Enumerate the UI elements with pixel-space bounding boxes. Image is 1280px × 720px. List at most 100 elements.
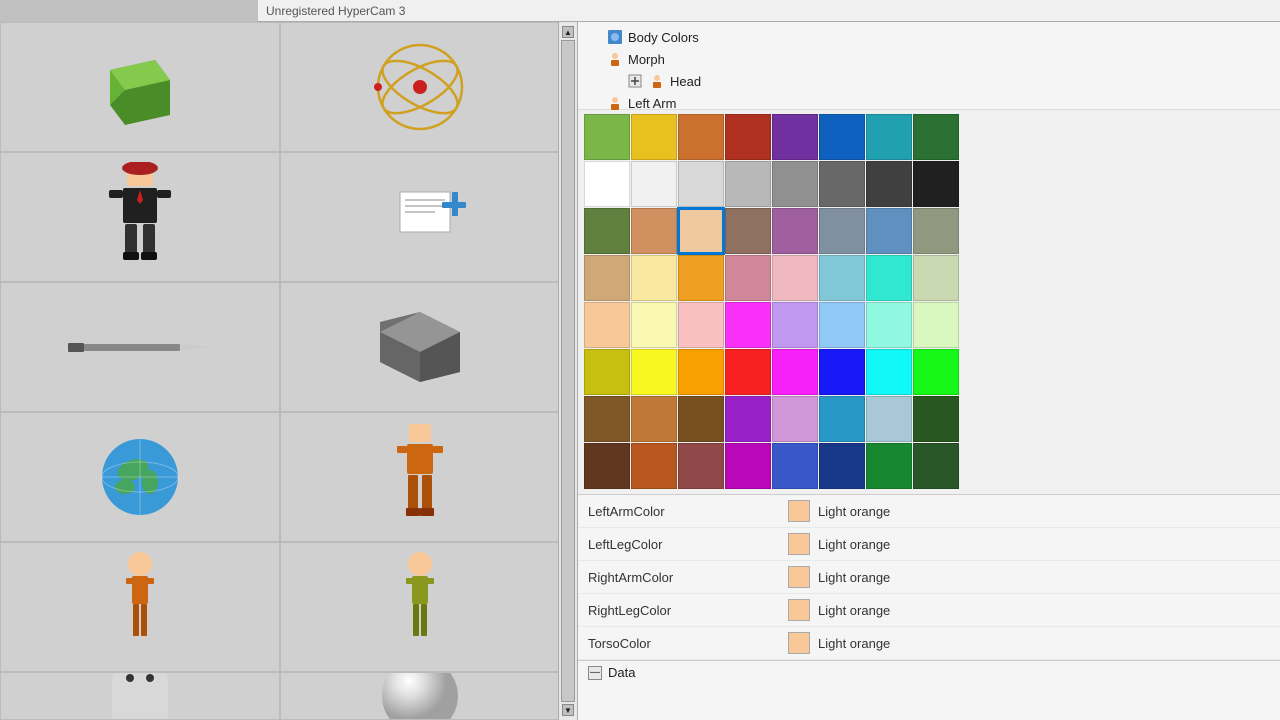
tree-item-morph[interactable]: Morph (586, 48, 1272, 70)
color-swatch-3-5[interactable] (819, 255, 865, 301)
property-row-3[interactable]: RightLegColorLight orange (578, 594, 1280, 627)
color-swatch-5-3[interactable] (725, 349, 771, 395)
color-swatch-4-7[interactable] (913, 302, 959, 348)
color-swatch-7-0[interactable] (584, 443, 630, 489)
color-swatch-4-4[interactable] (772, 302, 818, 348)
color-swatch-5-6[interactable] (866, 349, 912, 395)
color-swatch-1-1[interactable] (631, 161, 677, 207)
asset-cell-figure-bottle2[interactable] (280, 542, 560, 672)
color-swatch-0-6[interactable] (866, 114, 912, 160)
property-row-4[interactable]: TorsoColorLight orange (578, 627, 1280, 660)
color-swatch-2-2[interactable] (678, 208, 724, 254)
expand-head-icon[interactable] (626, 72, 644, 90)
color-swatch-0-7[interactable] (913, 114, 959, 160)
color-swatch-0-1[interactable] (631, 114, 677, 160)
color-swatch-6-2[interactable] (678, 396, 724, 442)
color-palette (578, 110, 1280, 494)
color-swatch-2-5[interactable] (819, 208, 865, 254)
asset-cell-globe[interactable] (0, 412, 280, 542)
data-section[interactable]: — Data (578, 660, 1280, 684)
property-row-2[interactable]: RightArmColorLight orange (578, 561, 1280, 594)
asset-cell-green-box[interactable] (0, 22, 280, 152)
color-swatch-3-7[interactable] (913, 255, 959, 301)
tree-item-body-colors[interactable]: Body Colors (586, 26, 1272, 48)
color-swatch-5-1[interactable] (631, 349, 677, 395)
color-swatch-6-5[interactable] (819, 396, 865, 442)
color-swatch-1-7[interactable] (913, 161, 959, 207)
color-swatch-0-3[interactable] (725, 114, 771, 160)
color-swatch-2-4[interactable] (772, 208, 818, 254)
color-swatch-3-2[interactable] (678, 255, 724, 301)
color-swatch-1-2[interactable] (678, 161, 724, 207)
color-swatch-2-3[interactable] (725, 208, 771, 254)
color-swatch-4-3[interactable] (725, 302, 771, 348)
tree-leftarm-label: Left Arm (628, 96, 676, 111)
color-swatch-5-0[interactable] (584, 349, 630, 395)
asset-cell-ghost[interactable] (0, 672, 280, 720)
asset-cell-character[interactable] (0, 152, 280, 282)
color-swatch-4-1[interactable] (631, 302, 677, 348)
color-swatch-7-2[interactable] (678, 443, 724, 489)
color-swatch-4-6[interactable] (866, 302, 912, 348)
property-row-0[interactable]: LeftArmColorLight orange (578, 495, 1280, 528)
color-swatch-3-1[interactable] (631, 255, 677, 301)
color-swatch-7-7[interactable] (913, 443, 959, 489)
color-swatch-7-4[interactable] (772, 443, 818, 489)
color-swatch-5-7[interactable] (913, 349, 959, 395)
color-swatch-5-2[interactable] (678, 349, 724, 395)
color-swatch-2-6[interactable] (866, 208, 912, 254)
color-swatch-4-5[interactable] (819, 302, 865, 348)
tree-item-head[interactable]: Head (586, 70, 1272, 92)
color-swatch-2-7[interactable] (913, 208, 959, 254)
color-swatch-2-0[interactable] (584, 208, 630, 254)
asset-cell-knife[interactable] (0, 282, 280, 412)
color-swatch-4-2[interactable] (678, 302, 724, 348)
asset-cell-paper-plane[interactable] (280, 152, 560, 282)
color-swatch-6-3[interactable] (725, 396, 771, 442)
color-swatch-0-2[interactable] (678, 114, 724, 160)
asset-cell-figure[interactable] (280, 412, 560, 542)
color-swatch-7-1[interactable] (631, 443, 677, 489)
color-swatch-1-3[interactable] (725, 161, 771, 207)
color-swatch-7-6[interactable] (866, 443, 912, 489)
color-swatch-6-6[interactable] (866, 396, 912, 442)
color-swatch-5-5[interactable] (819, 349, 865, 395)
color-swatch-1-4[interactable] (772, 161, 818, 207)
color-swatch-5-4[interactable] (772, 349, 818, 395)
property-row-1[interactable]: LeftLegColorLight orange (578, 528, 1280, 561)
color-swatch-3-0[interactable] (584, 255, 630, 301)
asset-cell-orbit[interactable] (280, 22, 560, 152)
color-swatch-0-0[interactable] (584, 114, 630, 160)
palette-row-4 (584, 302, 1274, 348)
color-swatch-7-3[interactable] (725, 443, 771, 489)
color-preview-1 (788, 533, 810, 555)
color-swatch-3-6[interactable] (866, 255, 912, 301)
color-swatch-3-3[interactable] (725, 255, 771, 301)
color-swatch-2-1[interactable] (631, 208, 677, 254)
color-swatch-6-7[interactable] (913, 396, 959, 442)
tree-head-label: Head (670, 74, 701, 89)
color-preview-4 (788, 632, 810, 654)
color-swatch-6-4[interactable] (772, 396, 818, 442)
color-swatch-3-4[interactable] (772, 255, 818, 301)
right-panel: Body Colors Morph Head Left Arm L (578, 22, 1280, 720)
palette-row-0 (584, 114, 1274, 160)
scrollbar-panel[interactable]: ▲ ▼ (558, 22, 578, 720)
color-swatch-0-5[interactable] (819, 114, 865, 160)
orbit-icon (370, 37, 470, 137)
scroll-down-arrow[interactable]: ▼ (562, 704, 574, 716)
data-collapse-button[interactable]: — (588, 666, 602, 680)
color-swatch-0-4[interactable] (772, 114, 818, 160)
color-swatch-1-0[interactable] (584, 161, 630, 207)
asset-cell-grey-box[interactable] (280, 282, 560, 412)
color-swatch-6-1[interactable] (631, 396, 677, 442)
color-swatch-6-0[interactable] (584, 396, 630, 442)
color-swatch-1-6[interactable] (866, 161, 912, 207)
scroll-handle[interactable] (561, 40, 575, 702)
asset-cell-sphere[interactable] (280, 672, 560, 720)
scroll-up-arrow[interactable]: ▲ (562, 26, 574, 38)
color-swatch-4-0[interactable] (584, 302, 630, 348)
asset-cell-figure-bottle1[interactable] (0, 542, 280, 672)
color-swatch-7-5[interactable] (819, 443, 865, 489)
color-swatch-1-5[interactable] (819, 161, 865, 207)
